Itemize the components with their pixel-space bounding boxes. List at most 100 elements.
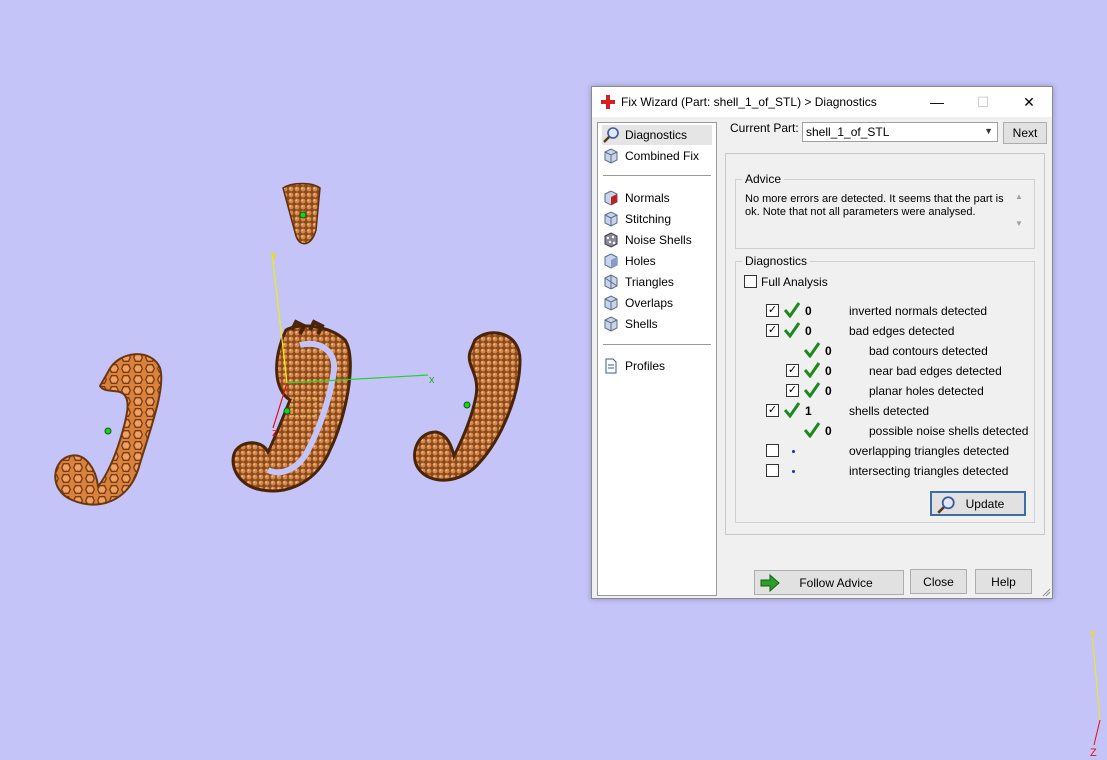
diagnostics-panel: Advice No more errors are detected. It s… [725, 153, 1045, 535]
follow-advice-button[interactable]: Follow Advice [754, 570, 904, 595]
diag-checkbox[interactable]: ✓ [786, 384, 799, 397]
overlaps-cube-icon [604, 295, 618, 311]
full-analysis-checkbox[interactable] [744, 275, 757, 288]
diag-checkbox[interactable]: ✓ [766, 404, 779, 417]
diag-count: 0 [825, 424, 832, 438]
diag-label: possible noise shells detected [869, 424, 1029, 438]
nav-item-label: Triangles [625, 275, 674, 289]
diag-checkbox[interactable] [766, 444, 779, 457]
cube-icon [604, 148, 618, 164]
red-cross-app-icon [601, 95, 615, 109]
nav-item-label: Profiles [625, 359, 666, 373]
dialog-title: Fix Wizard (Part: shell_1_of_STL) > Diag… [621, 95, 877, 109]
stitching-cube-icon [604, 211, 618, 227]
corner-axis-y: Y [1089, 629, 1097, 641]
corner-axis-z: Z [1090, 747, 1097, 759]
noise-shells-icon [604, 232, 618, 248]
axis-label-y: y [271, 249, 277, 261]
diag-count: 0 [805, 304, 812, 318]
holes-cube-icon [604, 253, 618, 269]
nav-item-label: Stitching [625, 212, 672, 226]
j-pendant-framed[interactable] [231, 319, 352, 493]
advice-scrollbar[interactable]: ▲ ▼ [1012, 192, 1026, 238]
resize-grip-icon[interactable] [1041, 587, 1051, 597]
magnifier-icon [603, 127, 619, 143]
nav-item-overlaps[interactable]: Overlaps [602, 293, 673, 313]
diag-count: 0 [825, 364, 832, 378]
minimize-button[interactable]: — [914, 87, 960, 117]
nav-item-label: Noise Shells [625, 233, 692, 247]
green-check-icon [784, 302, 800, 318]
nav-item-label: Overlaps [625, 296, 674, 310]
current-part-value: shell_1_of_STL [806, 125, 890, 139]
j-pendant-honeycomb[interactable] [54, 353, 163, 506]
nav-item-noise-shells[interactable]: Noise Shells [602, 230, 692, 250]
green-check-icon [804, 342, 820, 358]
nav-item-label: Combined Fix [625, 149, 700, 163]
maximize-button[interactable]: ☐ [960, 87, 1006, 117]
full-analysis-label: Full Analysis [761, 275, 828, 289]
fix-nav-panel: Diagnostics Combined Fix Normals Stitchi… [597, 122, 717, 596]
diag-label: bad edges detected [849, 324, 955, 338]
nav-divider [603, 344, 711, 345]
advice-title: Advice [742, 172, 785, 186]
diag-count: 0 [825, 344, 832, 358]
advice-group: Advice No more errors are detected. It s… [735, 172, 1035, 249]
axis-label-z: z [272, 427, 278, 439]
diag-count: 0 [825, 384, 832, 398]
nav-item-label: Shells [625, 317, 658, 331]
green-arrow-icon [760, 574, 780, 592]
green-check-icon [804, 382, 820, 398]
diag-label: planar holes detected [869, 384, 984, 398]
green-check-icon [784, 402, 800, 418]
nav-item-label: Normals [625, 191, 670, 205]
nav-item-triangles[interactable]: Triangles [602, 272, 674, 292]
bail-piece[interactable] [282, 182, 321, 245]
close-button[interactable]: Close [910, 569, 967, 594]
diag-count: 0 [805, 324, 812, 338]
green-check-icon [804, 422, 820, 438]
diag-checkbox[interactable]: ✓ [766, 324, 779, 337]
help-button[interactable]: Help [975, 569, 1032, 594]
chevron-down-icon: ▼ [984, 126, 993, 136]
current-part-label: Current Part: [730, 121, 799, 135]
current-part-select[interactable]: shell_1_of_STL ▼ [802, 122, 998, 142]
nav-item-label: Holes [625, 254, 656, 268]
diag-label: overlapping triangles detected [849, 444, 1010, 458]
shells-cube-icon [604, 316, 618, 332]
diag-label: bad contours detected [869, 344, 988, 358]
nav-item-stitching[interactable]: Stitching [602, 209, 671, 229]
nav-item-normals[interactable]: Normals [602, 188, 670, 208]
update-label: Update [965, 496, 1005, 511]
normals-cube-icon [604, 190, 618, 206]
diag-label: intersecting triangles detected [849, 464, 1009, 478]
nav-item-shells[interactable]: Shells [602, 314, 658, 334]
diag-checkbox[interactable] [766, 464, 779, 477]
close-window-button[interactable]: ✕ [1006, 87, 1052, 117]
follow-advice-label: Follow Advice [799, 575, 873, 590]
diag-label: near bad edges detected [869, 364, 1002, 378]
axis-label-x: x [429, 374, 435, 386]
diag-count: 1 [805, 404, 812, 418]
title-bar[interactable]: Fix Wizard (Part: shell_1_of_STL) > Diag… [592, 87, 1052, 117]
diag-checkbox[interactable]: ✓ [786, 364, 799, 377]
corner-axes: Y Z [1089, 629, 1101, 759]
nav-item-diagnostics[interactable]: Diagnostics [602, 125, 712, 145]
j-pendant-pave[interactable] [413, 331, 522, 482]
nav-divider [603, 175, 711, 176]
magnifier-icon [937, 496, 955, 514]
diag-label: shells detected [849, 404, 930, 418]
document-icon [605, 358, 617, 374]
nav-item-profiles[interactable]: Profiles [602, 356, 665, 376]
diag-checkbox[interactable]: ✓ [766, 304, 779, 317]
triangles-cube-icon [604, 274, 618, 290]
green-check-icon [784, 322, 800, 338]
nav-item-combined-fix[interactable]: Combined Fix [602, 146, 699, 166]
nav-item-holes[interactable]: Holes [602, 251, 656, 271]
diagnostics-title: Diagnostics [742, 254, 811, 268]
diag-label: inverted normals detected [849, 304, 988, 318]
next-button[interactable]: Next [1003, 122, 1047, 144]
fix-wizard-dialog: Fix Wizard (Part: shell_1_of_STL) > Diag… [591, 86, 1053, 599]
pending-dot-icon [792, 450, 795, 453]
update-button[interactable]: Update [930, 491, 1026, 516]
